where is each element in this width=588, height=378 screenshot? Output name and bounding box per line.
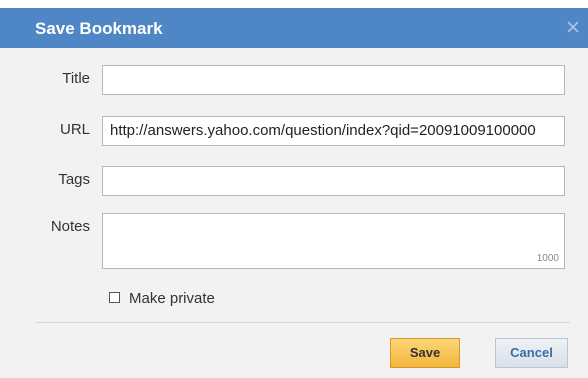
notes-label: Notes xyxy=(50,218,90,235)
tags-input[interactable] xyxy=(102,166,565,196)
cancel-button[interactable]: Cancel xyxy=(495,338,568,368)
save-button[interactable]: Save xyxy=(390,338,460,368)
background-page xyxy=(0,0,588,8)
title-input[interactable] xyxy=(102,65,565,95)
notes-char-count: 1000 xyxy=(536,253,559,264)
notes-textarea[interactable]: 1000 xyxy=(102,213,565,269)
make-private-checkbox[interactable] xyxy=(109,292,120,303)
url-input[interactable]: http://answers.yahoo.com/question/index?… xyxy=(102,116,565,146)
make-private-label[interactable]: Make private xyxy=(129,290,215,307)
tags-label: Tags xyxy=(58,171,90,188)
dialog-titlebar: Save Bookmark xyxy=(0,8,588,48)
title-label: Title xyxy=(62,70,90,87)
dialog-divider xyxy=(35,322,570,323)
save-bookmark-dialog: Save Bookmark Title URL http://answers.y… xyxy=(0,8,588,378)
close-icon[interactable] xyxy=(563,17,583,37)
dialog-title: Save Bookmark xyxy=(35,19,163,38)
url-label: URL xyxy=(59,121,90,138)
